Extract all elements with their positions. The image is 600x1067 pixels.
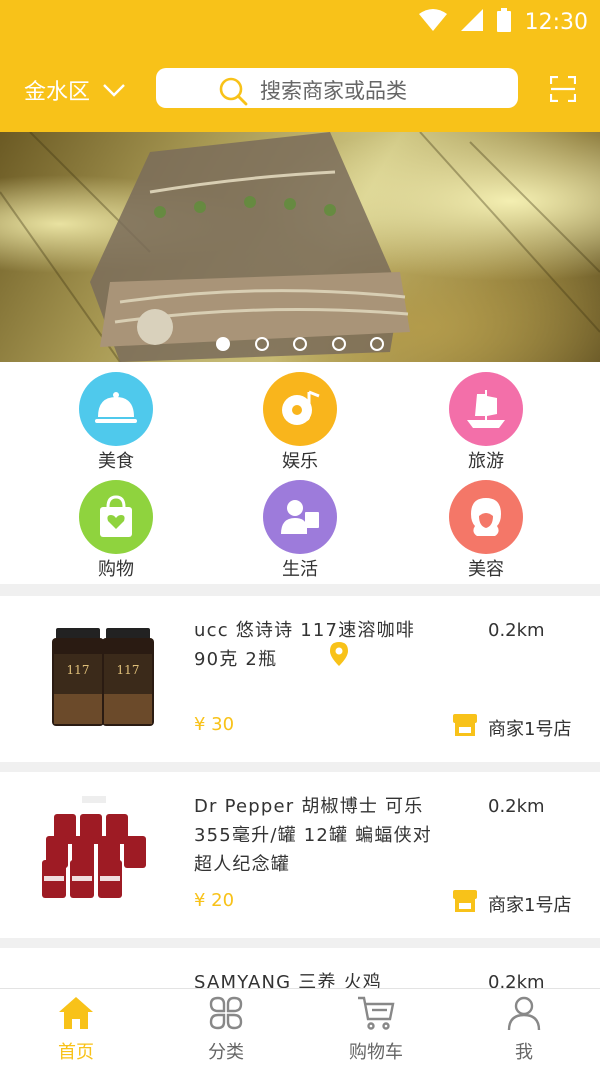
shop-icon <box>452 888 478 919</box>
category-icon <box>207 996 245 1036</box>
category-label: 购物 <box>98 559 134 580</box>
search-icon <box>218 76 248 111</box>
category-shopping[interactable]: 购物 <box>56 480 176 582</box>
app-header: 12:30 金水区 搜索商家或品类 <box>0 0 600 132</box>
category-entertainment[interactable]: 娱乐 <box>240 372 360 474</box>
city-name: 金水区 <box>24 80 91 105</box>
svg-text:117: 117 <box>67 663 90 677</box>
carousel-dot[interactable] <box>370 337 384 351</box>
category-label: 旅游 <box>468 451 504 472</box>
tab-label: 分类 <box>208 1042 244 1063</box>
banner-carousel[interactable] <box>0 132 600 362</box>
beauty-face-icon <box>449 480 523 554</box>
shop-name: 商家1号店 <box>488 894 572 916</box>
carousel-dot[interactable] <box>293 337 307 351</box>
shop-icon <box>452 712 478 743</box>
product-image <box>40 796 150 912</box>
product-distance: 0.2km <box>488 796 545 817</box>
carousel-dot[interactable] <box>255 337 269 351</box>
search-placeholder: 搜索商家或品类 <box>260 79 407 103</box>
status-time: 12:30 <box>524 9 588 35</box>
category-life[interactable]: 生活 <box>240 480 360 582</box>
shop-name: 商家1号店 <box>488 718 572 740</box>
category-grid: 美食 娱乐 旅游 购物 生活 美容 <box>0 362 600 584</box>
sailboat-icon <box>449 372 523 446</box>
product-image: 117 117 <box>40 624 160 738</box>
tab-category[interactable]: 分类 <box>166 995 286 1064</box>
category-label: 美容 <box>468 559 504 580</box>
carousel-dot[interactable] <box>332 337 346 351</box>
product-title: Dr Pepper 胡椒博士 可乐 355毫升/罐 12罐 蝙蝠侠对超人纪念罐 <box>194 796 432 875</box>
category-food[interactable]: 美食 <box>56 372 176 474</box>
banner-image <box>0 132 600 362</box>
wifi-icon <box>418 9 447 35</box>
product-price: ¥ 20 <box>194 890 235 911</box>
product-card[interactable]: SAMYANG 三养 火鸡 0.2km <box>0 948 600 988</box>
chevron-down-icon <box>102 78 126 103</box>
bottom-tab-bar: 首页 分类 购物车 我 <box>0 988 600 1067</box>
battery-icon <box>496 8 511 36</box>
signal-icon <box>460 9 483 35</box>
category-label: 美食 <box>98 451 134 472</box>
product-price: ¥ 30 <box>194 714 235 735</box>
scan-icon[interactable] <box>549 75 577 106</box>
category-travel[interactable]: 旅游 <box>426 372 546 474</box>
city-selector[interactable]: 金水区 <box>24 74 126 106</box>
food-cloche-icon <box>79 372 153 446</box>
carousel-dot[interactable] <box>216 337 230 351</box>
tab-label: 首页 <box>58 1042 94 1063</box>
home-icon <box>57 997 95 1036</box>
category-label: 生活 <box>282 559 318 580</box>
product-card[interactable]: Dr Pepper 胡椒博士 可乐 355毫升/罐 12罐 蝙蝠侠对超人纪念罐 … <box>0 772 600 938</box>
user-icon <box>505 996 543 1036</box>
product-distance: 0.2km <box>488 972 545 988</box>
product-distance: 0.2km <box>488 620 545 641</box>
shopping-bag-icon <box>79 480 153 554</box>
top-bar: 金水区 搜索商家或品类 <box>0 64 600 116</box>
tab-cart[interactable]: 购物车 <box>316 995 436 1064</box>
location-pin-icon <box>330 642 348 670</box>
tab-label: 购物车 <box>349 1042 403 1063</box>
tab-label: 我 <box>515 1042 533 1063</box>
product-title: ucc 悠诗诗 117速溶咖啡 90克 2瓶 <box>194 620 416 670</box>
person-service-icon <box>263 480 337 554</box>
category-beauty[interactable]: 美容 <box>426 480 546 582</box>
tab-home[interactable]: 首页 <box>16 995 136 1064</box>
cart-icon <box>356 996 396 1036</box>
product-title: SAMYANG 三养 火鸡 <box>194 972 382 988</box>
tab-me[interactable]: 我 <box>464 995 584 1064</box>
product-card[interactable]: 117 117 ucc 悠诗诗 117速溶咖啡 90克 2瓶 0.2km ¥ 3… <box>0 596 600 762</box>
search-input[interactable]: 搜索商家或品类 <box>156 68 518 108</box>
status-bar: 12:30 <box>0 0 600 44</box>
shop-link[interactable]: 商家1号店 <box>452 712 571 743</box>
category-label: 娱乐 <box>282 451 318 472</box>
music-disc-icon <box>263 372 337 446</box>
shop-link[interactable]: 商家1号店 <box>452 888 571 919</box>
carousel-indicator <box>0 337 600 353</box>
svg-text:117: 117 <box>117 663 140 677</box>
